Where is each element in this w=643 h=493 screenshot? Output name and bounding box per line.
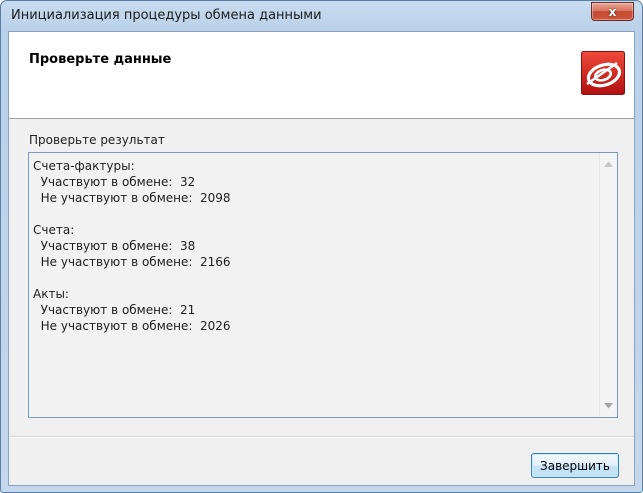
scroll-down-arrow-icon[interactable]	[604, 403, 613, 409]
close-icon: x	[608, 4, 617, 19]
finish-button[interactable]: Завершить	[531, 453, 619, 478]
result-textarea[interactable]: Счета-фактуры: Участвуют в обмене: 32 Не…	[28, 152, 618, 418]
title-bar[interactable]: Инициализация процедуры обмена данными x	[1, 1, 642, 31]
wizard-header: Проверьте данные	[9, 32, 634, 119]
window-title: Инициализация процедуры обмена данными	[11, 8, 322, 23]
red-eye-logo-icon	[581, 51, 625, 95]
scroll-up-arrow-icon[interactable]	[604, 161, 613, 167]
result-label: Проверьте результат	[29, 133, 165, 147]
page-title: Проверьте данные	[29, 52, 172, 67]
result-text: Счета-фактуры: Участвуют в обмене: 32 Не…	[33, 159, 231, 333]
dialog-client-area: Проверьте данные Проверьте результат Сче…	[8, 31, 635, 486]
close-button[interactable]: x	[591, 2, 634, 21]
vertical-scrollbar[interactable]	[599, 153, 617, 417]
footer-divider	[9, 436, 634, 438]
dialog-window: Инициализация процедуры обмена данными x…	[0, 0, 643, 493]
